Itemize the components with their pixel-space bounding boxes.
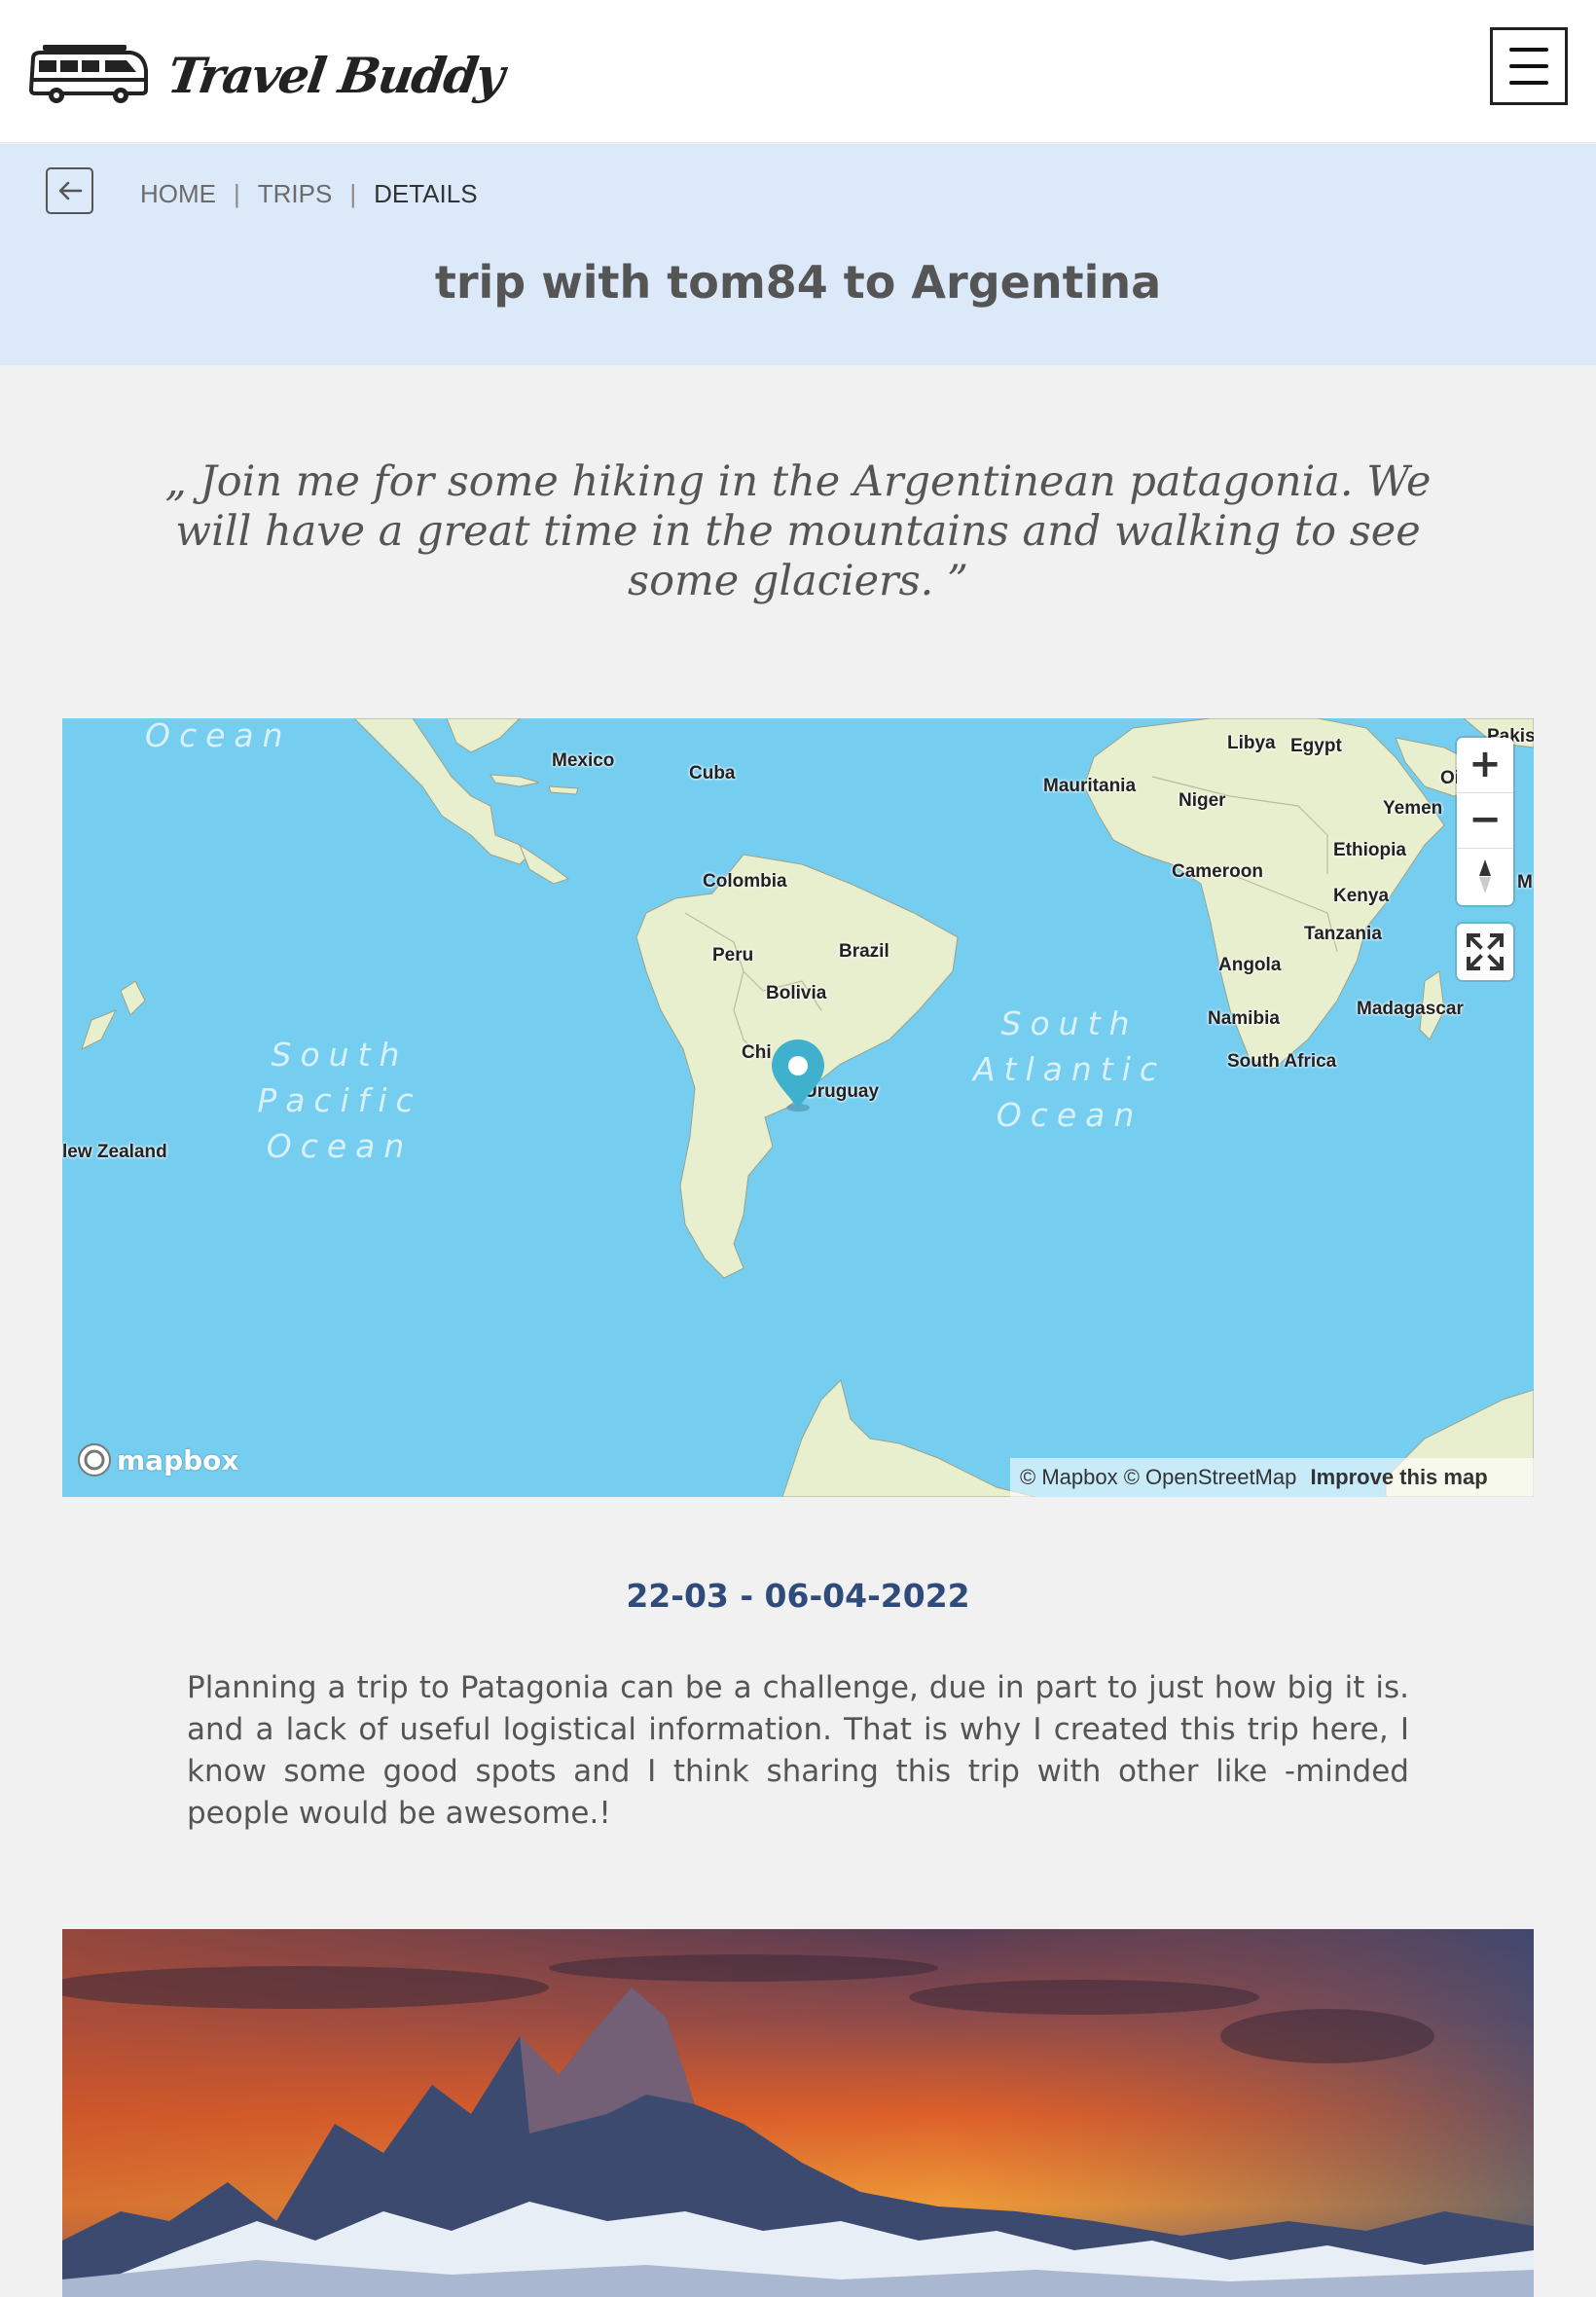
map-label-colombia: Colombia <box>703 871 787 892</box>
arrow-left-icon <box>58 181 83 201</box>
attribution-osm-link[interactable]: © OpenStreetMap <box>1124 1465 1297 1489</box>
map-label-ethiopia: Ethiopia <box>1333 840 1406 860</box>
breadcrumb-separator: | <box>349 179 357 208</box>
breadcrumb-trips[interactable]: TRIPS <box>258 179 333 208</box>
breadcrumb-separator: | <box>234 179 240 208</box>
improve-map-link[interactable]: Improve this map <box>1310 1465 1487 1489</box>
menu-line <box>1509 64 1548 68</box>
map-label-egypt: Egypt <box>1290 736 1342 756</box>
fullscreen-icon <box>1467 933 1504 970</box>
site-header: Travel Buddy <box>0 0 1596 143</box>
map-label-angola: Angola <box>1218 955 1282 975</box>
map-label-mauritania: Mauritania <box>1043 776 1137 796</box>
map-attribution: © Mapbox © OpenStreetMap Improve this ma… <box>1010 1458 1534 1497</box>
zoom-in-button[interactable]: + <box>1457 738 1513 793</box>
mapbox-logo-icon <box>78 1443 111 1477</box>
compass-icon <box>1479 859 1491 893</box>
map-label-somalia: M <box>1517 872 1533 893</box>
trip-dates: 22-03 - 06-04-2022 <box>626 1577 970 1615</box>
trip-map[interactable]: Ocean South Pacific Ocean South Atlantic… <box>62 718 1534 1497</box>
map-label-madagascar: Madagascar <box>1357 999 1464 1019</box>
zoom-in-icon: + <box>1469 742 1502 786</box>
mapbox-logo-text: mapbox <box>117 1443 239 1477</box>
camper-van-icon <box>29 45 148 103</box>
map-label-new-zealand: lew Zealand <box>62 1142 167 1162</box>
trip-location-marker[interactable] <box>770 1039 826 1117</box>
breadcrumb-home[interactable]: HOME <box>140 179 216 208</box>
breadcrumb-band: HOME | TRIPS | DETAILS trip with tom84 to Ar… <box>0 144 1596 365</box>
map-label-tanzania: Tanzania <box>1304 924 1382 944</box>
compass-button[interactable] <box>1457 849 1513 904</box>
map-label-yemen: Yemen <box>1383 798 1443 819</box>
back-button[interactable] <box>46 167 93 214</box>
map-label-peru: Peru <box>712 945 754 966</box>
brand-name: Travel Buddy <box>163 47 507 104</box>
hamburger-menu-icon <box>1509 48 1548 52</box>
map-label-mexico: Mexico <box>552 750 615 771</box>
attribution-mapbox-link[interactable]: © Mapbox <box>1020 1465 1118 1489</box>
map-label-cameroon: Cameroon <box>1172 861 1263 882</box>
map-label-namibia: Namibia <box>1208 1008 1280 1029</box>
map-label-chile: Chi <box>742 1042 772 1063</box>
breadcrumb-details: DETAILS <box>374 179 478 208</box>
ocean-label-south-atlantic: South Atlantic Ocean <box>972 1004 1167 1134</box>
map-label-brazil: Brazil <box>839 941 889 962</box>
ocean-label-top: Ocean <box>145 718 292 754</box>
map-pin-icon <box>772 1039 824 1112</box>
trip-quote: „ Join me for some hiking in the Argenti… <box>164 457 1432 605</box>
breadcrumb: HOME | TRIPS | DETAILS <box>140 179 478 209</box>
ocean-label-south-pacific: South Pacific Ocean <box>257 1036 422 1165</box>
map-label-south-africa: South Africa <box>1227 1051 1337 1072</box>
map-label-kenya: Kenya <box>1333 886 1390 906</box>
zoom-out-icon: − <box>1469 797 1502 842</box>
page-title: trip with tom84 to Argentina <box>434 256 1162 309</box>
map-label-libya: Libya <box>1227 733 1276 753</box>
map-label-bolivia: Bolivia <box>766 983 827 1003</box>
trip-description: Planning a trip to Patagonia can be a ch… <box>187 1670 1409 1831</box>
map-label-niger: Niger <box>1179 790 1226 811</box>
hamburger-menu-button[interactable] <box>1490 27 1568 105</box>
brand-logo[interactable]: Travel Buddy <box>29 37 506 121</box>
trip-photo <box>62 1929 1534 2297</box>
fullscreen-button[interactable] <box>1457 924 1513 980</box>
mapbox-logo[interactable]: mapbox <box>76 1440 238 1479</box>
map-navigation-control: + − <box>1457 738 1513 905</box>
menu-line <box>1509 81 1548 85</box>
map-label-cuba: Cuba <box>689 763 736 784</box>
mountain-sunset-photo <box>62 1929 1534 2297</box>
zoom-out-button[interactable]: − <box>1457 793 1513 849</box>
